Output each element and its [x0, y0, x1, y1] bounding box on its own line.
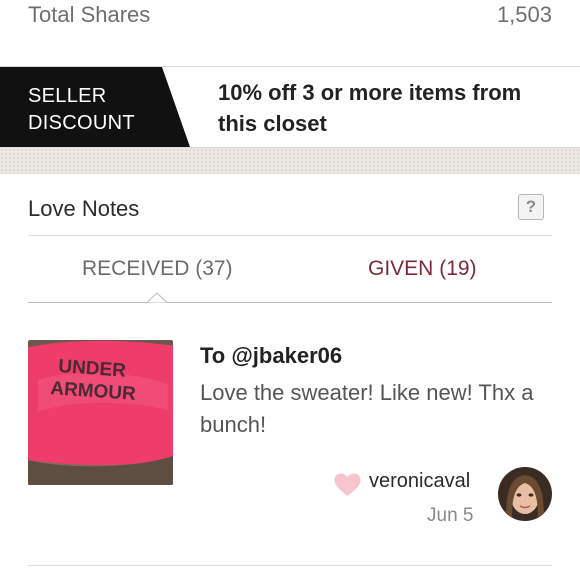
tab-received-label: RECEIVED — [82, 257, 190, 280]
love-note-item[interactable]: UNDER ARMOUR To @jbaker06 Love the sweat… — [28, 340, 552, 526]
total-shares-label: Total Shares — [28, 2, 151, 27]
love-notes-header: Love Notes ? — [28, 194, 552, 236]
note-date: Jun 5 — [427, 505, 474, 526]
note-message: Love the sweater! Like new! Thx a bunch! — [200, 380, 534, 437]
seller-tag-line2: DISCOUNT — [28, 112, 135, 134]
seller-discount-banner: SELLER DISCOUNT 10% off 3 or more items … — [0, 66, 580, 148]
bottom-divider — [28, 565, 552, 566]
pink-sweater-photo[interactable]: UNDER ARMOUR — [28, 340, 173, 485]
tab-given[interactable]: GIVEN (19) — [368, 257, 477, 281]
tab-received-count: (37) — [195, 257, 233, 280]
love-notes-tabs: RECEIVED (37) GIVEN (19) — [28, 237, 552, 303]
heart-icon — [334, 473, 361, 496]
seller-discount-text: 10% off 3 or more items from this closet — [218, 80, 522, 136]
tab-received[interactable]: RECEIVED (37) — [82, 257, 233, 281]
seller-tag-line1: SELLER — [28, 85, 107, 107]
total-shares-row: Total Shares 1,503 — [0, 0, 580, 44]
tab-given-label: GIVEN — [368, 257, 434, 280]
author-avatar[interactable] — [498, 467, 552, 521]
active-tab-pointer-icon — [147, 292, 167, 303]
section-divider-texture — [0, 148, 580, 174]
note-recipient[interactable]: To @jbaker06 — [200, 343, 342, 369]
tab-given-count: (19) — [439, 257, 477, 280]
total-shares-value: 1,503 — [496, 2, 552, 27]
help-button[interactable]: ? — [518, 194, 544, 220]
seller-discount-tag: SELLER DISCOUNT — [0, 67, 190, 147]
note-author-username[interactable]: veronicaval — [369, 470, 470, 493]
love-notes-title: Love Notes — [28, 196, 140, 221]
